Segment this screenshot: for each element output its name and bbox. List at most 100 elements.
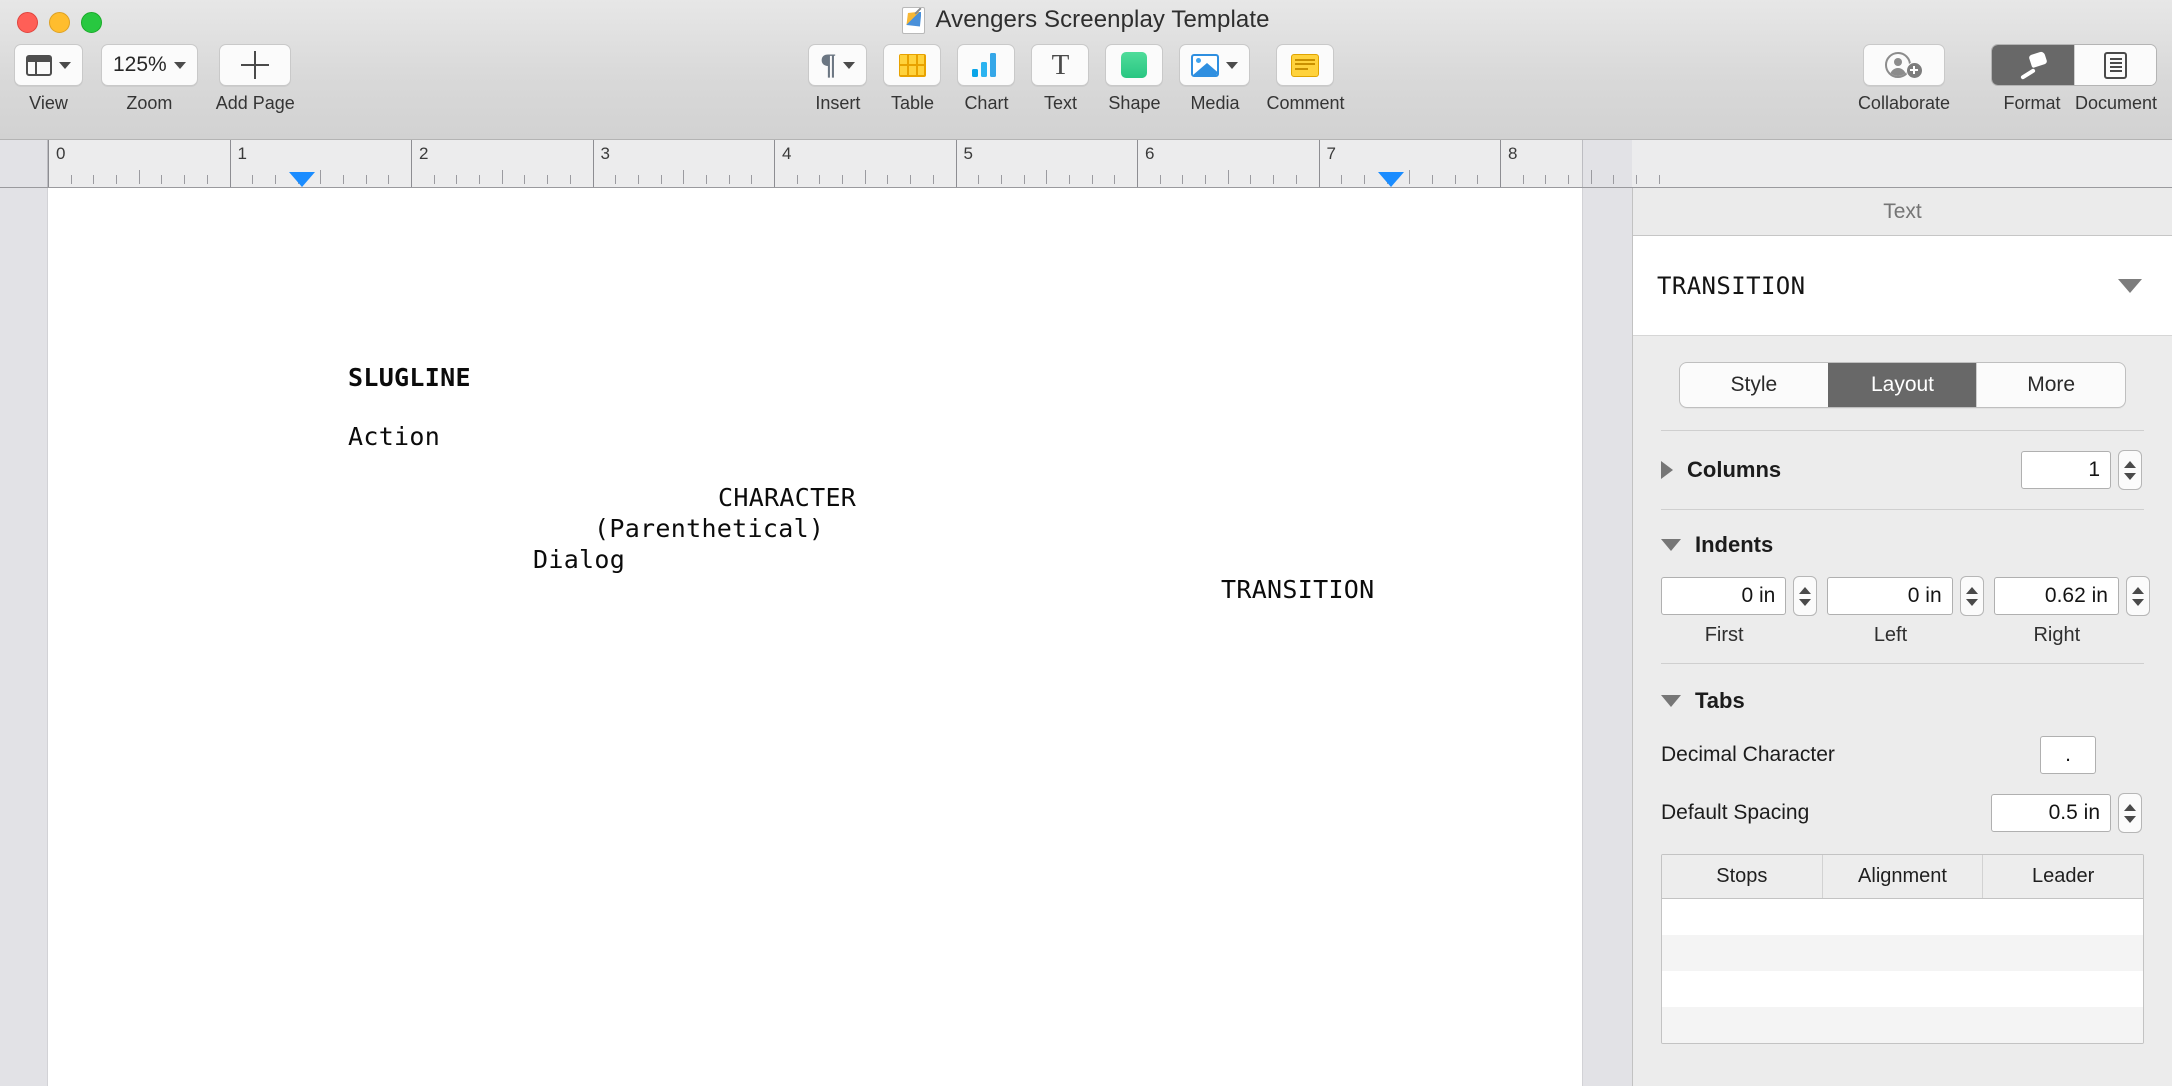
text-label: Text (1044, 93, 1077, 114)
table-grid-icon (899, 54, 926, 77)
ruler-minor-tick (933, 175, 934, 184)
toolbar-item-collaborate: Collaborate (1858, 44, 1950, 114)
table-row[interactable] (1662, 971, 2143, 1007)
indent-first-caption: First (1661, 624, 1787, 647)
ruler-minor-tick (184, 175, 185, 184)
document-button[interactable] (2074, 45, 2156, 85)
ruler-minor-tick (1001, 175, 1002, 184)
ruler-minor-tick (252, 175, 253, 184)
ruler-minor-tick (1182, 175, 1183, 184)
zoom-button-toolbar[interactable]: 125% (101, 44, 198, 86)
ruler-minor-tick (1024, 175, 1025, 184)
ruler-minor-tick (615, 175, 616, 184)
default-spacing-stepper[interactable] (2118, 793, 2142, 833)
table-button[interactable] (883, 44, 941, 86)
left-indent-marker[interactable] (289, 172, 315, 187)
screenplay-line[interactable]: (Parenthetical) (594, 514, 824, 543)
ruler-minor-tick (570, 175, 571, 184)
pilcrow-icon: ¶ (820, 50, 836, 80)
screenplay-line[interactable]: TRANSITION (1221, 575, 1375, 604)
indent-left-stepper[interactable] (1960, 576, 1984, 616)
indent-first-input[interactable]: 0 in (1661, 577, 1786, 615)
insert-label: Insert (815, 93, 860, 114)
column-header-leader[interactable]: Leader (1982, 855, 2143, 898)
column-header-alignment[interactable]: Alignment (1822, 855, 1983, 898)
ruler-minor-tick (842, 175, 843, 184)
tab-stops-table[interactable]: Stops Alignment Leader (1661, 854, 2144, 1044)
format-document-segmented-control (1991, 44, 2157, 86)
default-spacing-label: Default Spacing (1661, 801, 1809, 825)
zoom-button[interactable] (81, 12, 102, 33)
toolbar-item-media: Media (1179, 44, 1250, 114)
screenplay-line[interactable]: SLUGLINE (348, 363, 471, 392)
ruler-tick-label: 5 (964, 144, 973, 164)
toolbar-item-zoom: 125% Zoom (101, 44, 198, 114)
add-page-button[interactable] (219, 44, 291, 86)
ruler-minor-tick (456, 175, 457, 184)
shape-button[interactable] (1105, 44, 1163, 86)
insert-button[interactable]: ¶ (808, 44, 867, 86)
screenplay-line[interactable]: Dialog (533, 545, 625, 574)
zoom-value: 125% (113, 53, 167, 77)
screenplay-line[interactable]: CHARACTER (718, 483, 856, 512)
indent-right-stepper[interactable] (2126, 576, 2150, 616)
ruler-minor-tick (434, 175, 435, 184)
columns-stepper[interactable] (2118, 450, 2142, 490)
disclosure-triangle-right-icon[interactable] (1661, 461, 1673, 479)
format-button[interactable] (1992, 45, 2074, 85)
ruler-minor-tick (1250, 175, 1251, 184)
column-header-stops[interactable]: Stops (1662, 855, 1822, 898)
chart-button[interactable] (957, 44, 1015, 86)
decimal-character-input[interactable]: . (2040, 736, 2096, 774)
screenplay-text[interactable]: SLUGLINE Action CHARACTER(Parenthetical)Di… (48, 188, 1582, 1086)
indent-left-input[interactable]: 0 in (1827, 577, 1952, 615)
indent-first-stepper[interactable] (1793, 576, 1817, 616)
horizontal-ruler[interactable]: 012345678 (0, 140, 2172, 188)
default-spacing-input[interactable]: 0.5 in (1991, 794, 2111, 832)
ruler-minor-tick (388, 175, 389, 184)
disclosure-triangle-down-icon[interactable] (1661, 695, 1681, 707)
ruler-track: 012345678 (0, 140, 2172, 187)
ruler-minor-tick (978, 175, 979, 184)
document-lines-icon (2104, 52, 2127, 79)
collaborate-button[interactable] (1863, 44, 1945, 86)
table-row[interactable] (1662, 899, 2143, 935)
tab-style[interactable]: Style (1680, 363, 1828, 407)
close-button[interactable] (17, 12, 38, 33)
document-page[interactable]: SLUGLINE Action CHARACTER(Parenthetical)Di… (48, 188, 1582, 1086)
view-button[interactable] (14, 44, 83, 86)
inspector-tabs-wrap: Style Layout More (1633, 336, 2172, 430)
tabs-label: Tabs (1695, 688, 1745, 714)
ruler-minor-tick (865, 170, 866, 184)
disclosure-triangle-down-icon[interactable] (1661, 539, 1681, 551)
document-canvas[interactable]: SLUGLINE Action CHARACTER(Parenthetical)Di… (0, 188, 1632, 1086)
tabs-section-header: Tabs (1633, 664, 2172, 726)
indent-right-input[interactable]: 0.62 in (1994, 577, 2119, 615)
minimize-button[interactable] (49, 12, 70, 33)
inspector-title: Text (1883, 200, 1922, 224)
tab-layout[interactable]: Layout (1828, 363, 1977, 407)
media-button[interactable] (1179, 44, 1250, 86)
paragraph-style-selector[interactable]: TRANSITION (1633, 236, 2172, 336)
columns-input[interactable]: 1 (2021, 451, 2111, 489)
ruler-minor-tick (1523, 175, 1524, 184)
view-label: View (29, 93, 68, 114)
text-button[interactable]: T (1031, 44, 1089, 86)
right-indent-marker[interactable] (1378, 172, 1404, 187)
ruler-minor-tick (1545, 175, 1546, 184)
ruler-minor-tick (1477, 175, 1478, 184)
paragraph-style-name: TRANSITION (1657, 272, 2118, 300)
comment-label: Comment (1266, 93, 1344, 114)
tab-more[interactable]: More (1976, 363, 2125, 407)
chart-label: Chart (964, 93, 1008, 114)
table-row[interactable] (1662, 1007, 2143, 1043)
toolbar-item-text: T Text (1031, 44, 1089, 114)
screenplay-line[interactable]: Action (348, 422, 440, 451)
ruler-minor-tick (343, 175, 344, 184)
triangle-down-icon[interactable] (2118, 279, 2142, 293)
table-row[interactable] (1662, 935, 2143, 971)
ruler-tick-label: 1 (238, 144, 247, 164)
comment-button[interactable] (1276, 44, 1334, 86)
ruler-tick-label: 7 (1327, 144, 1336, 164)
ruler-tick-label: 3 (601, 144, 610, 164)
